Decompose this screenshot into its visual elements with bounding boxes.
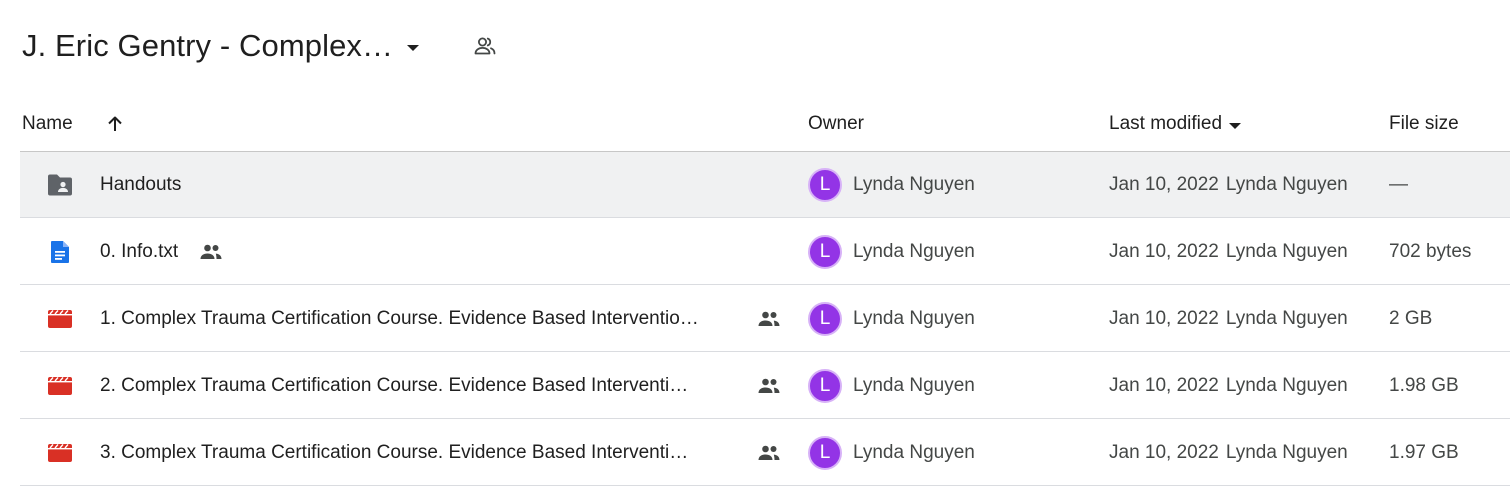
sort-dropdown-caret-icon[interactable] [1229, 122, 1242, 129]
file-row-video-2[interactable]: 2. Complex Trauma Certification Course. … [20, 353, 1510, 419]
owner-name: Lynda Nguyen [853, 375, 975, 396]
shared-people-icon[interactable] [472, 34, 498, 58]
file-size: 702 bytes [1389, 241, 1472, 262]
shared-people-icon [758, 445, 780, 460]
file-row-video-3[interactable]: 3. Complex Trauma Certification Course. … [20, 420, 1510, 486]
shared-people-icon [758, 378, 780, 393]
file-name: 0. Info.txt [100, 241, 179, 262]
column-header-name[interactable]: Name [22, 108, 125, 140]
last-modified: Jan 10, 2022 Lynda Nguyen [1109, 219, 1348, 285]
folder-title-dropdown[interactable]: J. Eric Gentry - Complex… [22, 25, 420, 67]
file-row-info-txt[interactable]: 0. Info.txt L Lynda Nguyen Jan 10, 2022 … [20, 219, 1510, 285]
column-header-owner[interactable]: Owner [808, 108, 864, 140]
shared-people-icon [758, 311, 780, 326]
column-header-name-label: Name [22, 113, 73, 134]
file-name: 1. Complex Trauma Certification Course. … [100, 308, 699, 329]
modified-by: Lynda Nguyen [1225, 375, 1348, 396]
owner-name: Lynda Nguyen [853, 442, 975, 463]
last-modified: Jan 10, 2022 Lynda Nguyen [1109, 152, 1348, 218]
modified-date: Jan 10, 2022 [1109, 174, 1219, 195]
column-header-last-modified[interactable]: Last modified [1109, 108, 1242, 140]
file-size: 2 GB [1389, 308, 1433, 329]
file-row-handouts[interactable]: Handouts L Lynda Nguyen Jan 10, 2022 Lyn… [20, 152, 1510, 218]
column-header-owner-label: Owner [808, 113, 864, 134]
owner-name: Lynda Nguyen [853, 174, 975, 195]
owner-avatar: L [808, 369, 842, 403]
owner-name: Lynda Nguyen [853, 241, 975, 262]
modified-date: Jan 10, 2022 [1109, 442, 1219, 463]
folder-title: J. Eric Gentry - Complex… [22, 28, 394, 63]
owner-avatar: L [808, 235, 842, 269]
file-size: — [1389, 174, 1408, 195]
sort-ascending-arrow-icon[interactable] [105, 114, 125, 134]
modified-date: Jan 10, 2022 [1109, 375, 1219, 396]
file-name: 2. Complex Trauma Certification Course. … [100, 375, 689, 396]
video-icon [46, 307, 74, 331]
owner-avatar: L [808, 436, 842, 470]
column-header-file-size-label: File size [1389, 113, 1459, 134]
shared-folder-icon [46, 173, 74, 197]
video-icon [46, 441, 74, 465]
owner-avatar: L [808, 168, 842, 202]
file-size: 1.98 GB [1389, 375, 1459, 396]
column-header-last-modified-label: Last modified [1109, 113, 1223, 134]
google-doc-icon [46, 240, 74, 264]
last-modified: Jan 10, 2022 Lynda Nguyen [1109, 420, 1348, 486]
modified-date: Jan 10, 2022 [1109, 241, 1219, 262]
folder-header: J. Eric Gentry - Complex… [0, 0, 1510, 92]
column-header-file-size[interactable]: File size [1389, 108, 1459, 140]
last-modified: Jan 10, 2022 Lynda Nguyen [1109, 286, 1348, 352]
shared-people-icon [200, 244, 222, 259]
file-name: 3. Complex Trauma Certification Course. … [100, 442, 689, 463]
owner-avatar: L [808, 302, 842, 336]
caret-down-icon [407, 44, 420, 51]
file-name: Handouts [100, 174, 182, 195]
video-icon [46, 374, 74, 398]
modified-date: Jan 10, 2022 [1109, 308, 1219, 329]
file-row-video-1[interactable]: 1. Complex Trauma Certification Course. … [20, 286, 1510, 352]
modified-by: Lynda Nguyen [1225, 442, 1348, 463]
modified-by: Lynda Nguyen [1225, 174, 1348, 195]
last-modified: Jan 10, 2022 Lynda Nguyen [1109, 353, 1348, 419]
modified-by: Lynda Nguyen [1225, 241, 1348, 262]
modified-by: Lynda Nguyen [1225, 308, 1348, 329]
owner-name: Lynda Nguyen [853, 308, 975, 329]
file-size: 1.97 GB [1389, 442, 1459, 463]
